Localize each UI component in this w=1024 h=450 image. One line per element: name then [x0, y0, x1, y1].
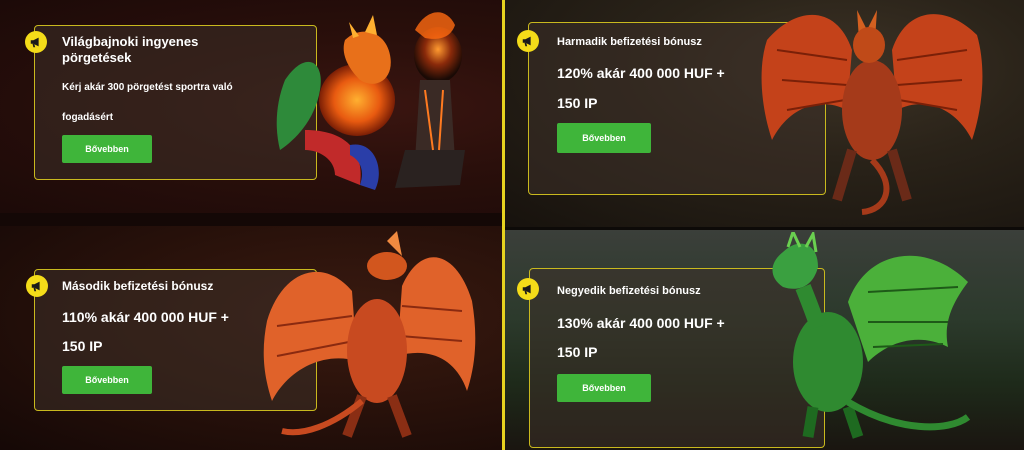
promo-offer-line1: 120% akár 400 000 HUF +: [557, 65, 725, 81]
fire-dragon-with-football-icon: [276, 12, 465, 190]
panel-divider: [505, 227, 1024, 230]
more-button[interactable]: Bővebben: [557, 123, 651, 153]
megaphone-icon: [25, 31, 47, 53]
more-button[interactable]: Bővebben: [557, 374, 651, 402]
promo-offer-line2: 150 IP: [557, 95, 598, 111]
orange-dragon-icon: [263, 231, 476, 438]
promo-offer-line1: 130% akár 400 000 HUF +: [557, 315, 725, 331]
megaphone-icon: [26, 275, 48, 297]
promo-title: Negyedik befizetési bónusz: [557, 285, 701, 297]
promo-panel-third-deposit: Harmadik befizetési bónusz 120% akár 400…: [505, 0, 1024, 227]
red-winged-dragon-icon: [761, 10, 983, 215]
promo-panel-second-deposit: Második befizetési bónusz 110% akár 400 …: [0, 226, 502, 450]
promo-description-line2: fogadásért: [62, 112, 114, 123]
promo-title: Világbajnoki ingyenes pörgetések: [62, 34, 199, 65]
promo-offer-line2: 150 IP: [557, 344, 598, 360]
promo-panel-world-cup: Világbajnoki ingyenes pörgetések Kérj ak…: [0, 0, 502, 213]
panel-divider: [0, 213, 502, 226]
promo-description-line1: Kérj akár 300 pörgetést sportra való: [62, 82, 233, 93]
promo-offer-line2: 150 IP: [62, 338, 103, 354]
green-dragon-icon: [772, 232, 971, 439]
more-button[interactable]: Bővebben: [62, 366, 152, 394]
promo-title: Második befizetési bónusz: [62, 279, 214, 293]
more-button[interactable]: Bővebben: [62, 135, 152, 163]
promo-offer-line1: 110% akár 400 000 HUF +: [62, 309, 229, 325]
panel-divider: [502, 0, 505, 450]
promo-panel-fourth-deposit: Negyedik befizetési bónusz 130% akár 400…: [505, 230, 1024, 450]
megaphone-icon: [517, 278, 539, 300]
megaphone-icon: [517, 30, 539, 52]
promo-title: Harmadik befizetési bónusz: [557, 36, 702, 48]
